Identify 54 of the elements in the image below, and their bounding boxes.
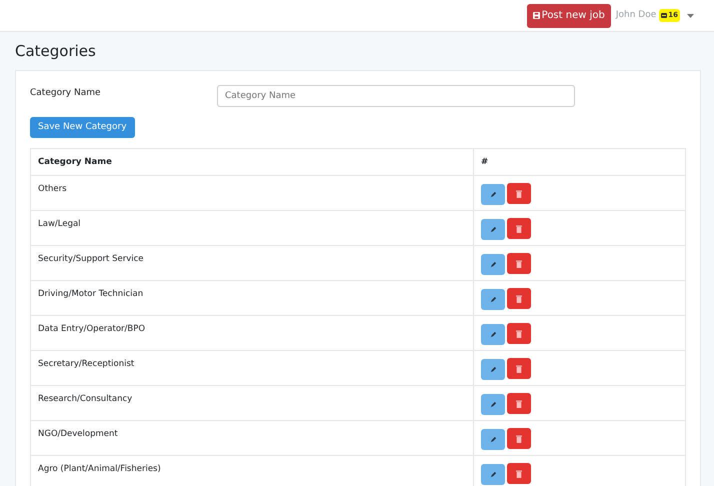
trash-icon <box>516 190 522 198</box>
table-cell: Law/Legal <box>30 210 474 246</box>
trash-icon <box>516 330 522 338</box>
caret-icon <box>687 14 694 18</box>
delete-button[interactable] <box>507 323 531 344</box>
pencil-icon <box>490 226 496 232</box>
edit-button[interactable] <box>481 254 505 274</box>
trash-icon <box>516 470 522 478</box>
pencil-icon <box>490 400 496 408</box>
edit-button[interactable] <box>481 464 505 484</box>
pencil-icon <box>490 260 496 268</box>
pencil-icon <box>490 296 496 302</box>
trash-icon <box>516 224 522 232</box>
delete-button[interactable] <box>507 428 531 449</box>
edit-button[interactable] <box>481 428 505 450</box>
field-label: Category Name <box>30 87 102 100</box>
trash-icon <box>516 364 522 372</box>
edit-button[interactable] <box>481 288 505 310</box>
post-job-button[interactable]: Post new job <box>526 4 611 28</box>
column-header: Category Name <box>30 148 474 176</box>
edit-button[interactable] <box>481 324 505 344</box>
table-cell: Driving/Motor Technician <box>30 280 474 316</box>
delete-button[interactable] <box>507 218 531 239</box>
pencil-icon <box>490 330 496 338</box>
pencil-icon <box>490 470 496 478</box>
edit-button[interactable] <box>481 218 505 240</box>
pencil-icon <box>490 436 496 442</box>
category-name-field[interactable]: Category Name <box>217 85 575 107</box>
delete-button[interactable] <box>507 358 531 379</box>
table-cell: Data Entry/Operator/BPO <box>30 316 474 350</box>
delete-button[interactable] <box>507 183 531 204</box>
table-cell: NGO/Development <box>30 420 474 456</box>
save-icon <box>532 12 540 19</box>
delete-button[interactable] <box>507 393 531 414</box>
table-cell: Security/Support Service <box>30 246 474 280</box>
table-cell: Others <box>30 176 474 210</box>
pencil-icon <box>490 366 496 372</box>
save-category-button[interactable]: Save New Category <box>30 117 135 138</box>
table-cell: Secretary/Receptionist <box>30 350 474 386</box>
trash-icon <box>516 294 522 302</box>
trash-icon <box>516 260 522 268</box>
edit-button[interactable] <box>481 394 505 414</box>
trash-icon <box>516 434 522 442</box>
trash-icon <box>516 400 522 408</box>
table-cell: Agro (Plant/Animal/Fisheries) <box>30 456 474 486</box>
delete-button[interactable] <box>507 288 531 309</box>
table-cell: Research/Consultancy <box>30 386 474 420</box>
delete-button[interactable] <box>507 463 531 484</box>
page-title: Categories <box>15 42 97 60</box>
column-header: # <box>474 148 686 176</box>
delete-button[interactable] <box>507 253 531 274</box>
pencil-icon <box>490 190 496 198</box>
edit-button[interactable] <box>481 358 505 380</box>
edit-button[interactable] <box>481 184 505 204</box>
